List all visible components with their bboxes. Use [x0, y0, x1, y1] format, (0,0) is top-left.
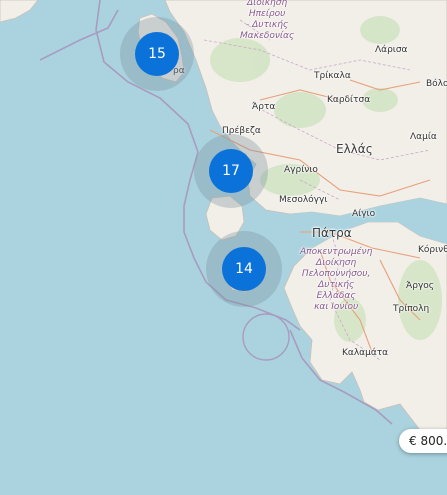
- label-tripoli: Τρίπολη: [393, 304, 430, 314]
- label-argos: Άργος: [406, 281, 435, 291]
- boundary-ring: [242, 313, 290, 361]
- map-canvas[interactable]: Διοίκηση Ηπείρου - Δυτικής Μακεδονίας Λά…: [0, 0, 447, 495]
- label-text: Ηπείρου: [248, 9, 286, 19]
- label-text: Διοίκηση: [247, 0, 288, 8]
- label-lamia: Λαμία: [410, 132, 437, 142]
- label-text: Αποκεντρωμένη: [300, 247, 373, 257]
- cluster-marker[interactable]: 17: [194, 134, 268, 208]
- label-text: - Δυτικής: [245, 20, 289, 30]
- label-patra: Πάτρα: [312, 226, 352, 240]
- price-marker[interactable]: € 800.0: [399, 429, 447, 453]
- label-trikala: Τρίκαλα: [314, 71, 351, 81]
- cluster-marker[interactable]: 14: [206, 231, 282, 307]
- label-larisa: Λάρισα: [375, 45, 408, 55]
- land-topleft: [0, 0, 39, 23]
- label-korinthos: Κόρινθ: [418, 245, 447, 255]
- label-kalamata: Καλαμάτα: [342, 348, 389, 358]
- label-peloponnisos: Αποκεντρωμένη Διοίκηση Πελοποννήσου, Δυτ…: [300, 247, 372, 313]
- label-ellas: Ελλάς: [336, 142, 373, 156]
- label-text: Ελλάδας: [316, 291, 356, 301]
- label-text: Δυτικής: [318, 280, 355, 290]
- label-karditsa: Καρδίτσα: [327, 95, 371, 105]
- label-text: Μακεδονίας: [240, 31, 295, 41]
- label-mesolonghi: Μεσολόγγι: [279, 195, 328, 205]
- label-text: και Ιονίου: [314, 302, 359, 312]
- label-text: Διοίκηση: [316, 258, 357, 268]
- cluster-count: 14: [222, 247, 266, 291]
- label-aigio: Αίγιο: [352, 209, 376, 219]
- cluster-marker[interactable]: 15: [120, 17, 194, 91]
- label-text: Πελοποννήσου,: [301, 269, 371, 279]
- label-arta: Άρτα: [252, 102, 276, 112]
- cluster-count: 17: [209, 149, 253, 193]
- label-dioikisi-ipeirou: Διοίκηση Ηπείρου - Δυτικής Μακεδονίας: [240, 0, 294, 42]
- label-volos: Βόλο: [426, 79, 447, 89]
- cluster-count: 15: [135, 32, 179, 76]
- label-agrinio: Αγρίνιο: [284, 165, 318, 175]
